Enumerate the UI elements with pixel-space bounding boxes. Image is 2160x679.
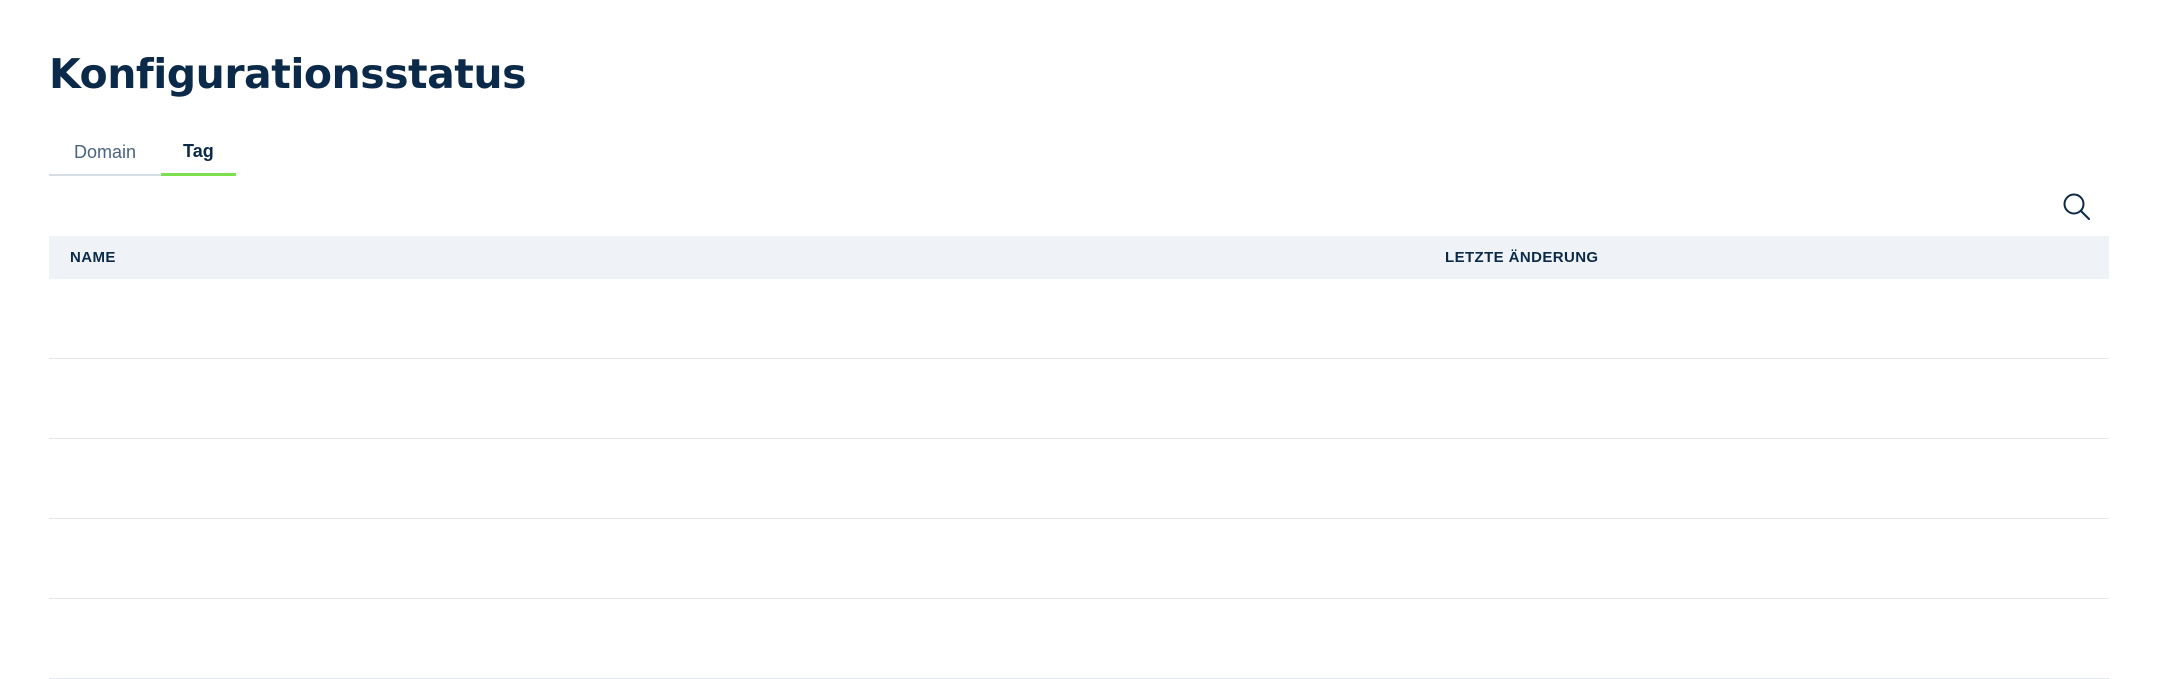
- table-header: NAME LETZTE ÄNDERUNG: [49, 236, 2109, 279]
- tab-tag[interactable]: Tag: [161, 130, 236, 176]
- search-button[interactable]: [2061, 191, 2093, 223]
- column-header-name[interactable]: NAME: [49, 249, 1445, 266]
- table-row[interactable]: [49, 359, 2109, 439]
- config-table: NAME LETZTE ÄNDERUNG: [49, 236, 2109, 679]
- table-row[interactable]: [49, 599, 2109, 679]
- table-row[interactable]: [49, 439, 2109, 519]
- tab-domain[interactable]: Domain: [49, 130, 162, 176]
- page: Konfigurationsstatus Domain Tag NAME LET…: [49, 0, 2109, 679]
- table-row[interactable]: [49, 279, 2109, 359]
- tab-bar: Domain Tag: [49, 130, 236, 176]
- table-row[interactable]: [49, 519, 2109, 599]
- column-header-last-changed[interactable]: LETZTE ÄNDERUNG: [1445, 249, 1599, 266]
- page-title: Konfigurationsstatus: [49, 50, 527, 98]
- search-icon: [2063, 193, 2090, 220]
